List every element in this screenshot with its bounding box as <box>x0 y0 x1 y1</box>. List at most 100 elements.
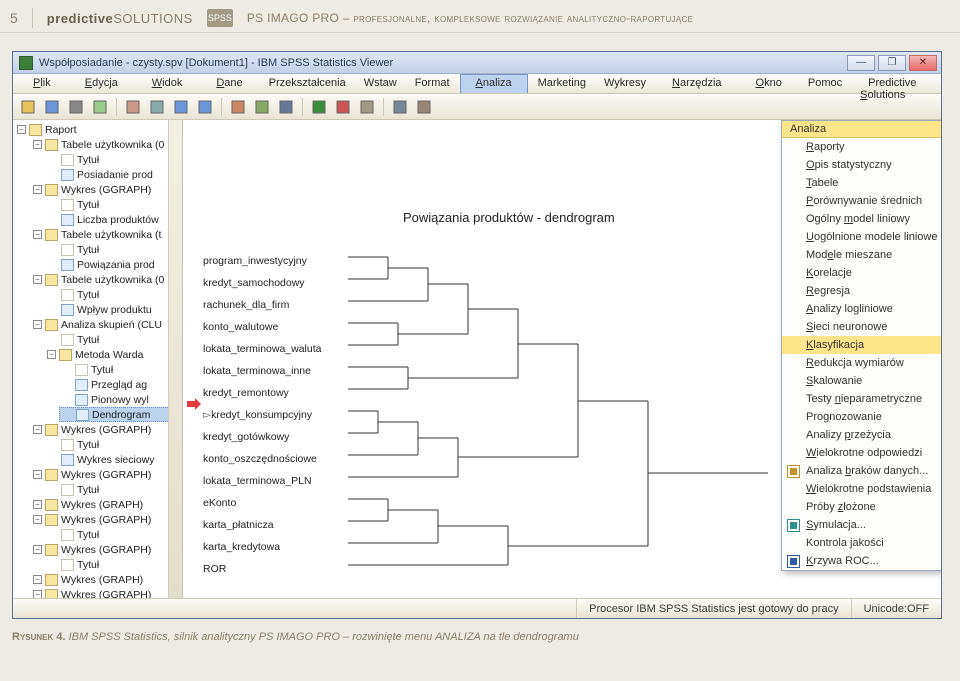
tree-item[interactable]: −Tabele użytkownika (0 <box>31 272 182 287</box>
menu-narzędzia[interactable]: Narzędzia <box>656 74 738 93</box>
analiza-menu[interactable]: Analiza RaportyOpis statystycznyTabelePo… <box>781 120 941 571</box>
menu-predictive-solutions[interactable]: Predictive Solutions <box>852 74 937 93</box>
gotocase-icon[interactable] <box>251 97 273 117</box>
toolbar-separator <box>383 98 384 116</box>
analiza-item-sieci-neuronowe[interactable]: Sieci neuronowe <box>782 318 941 336</box>
tree-item[interactable]: Liczba produktów <box>45 212 182 227</box>
analiza-item-symulacja[interactable]: Symulacja... <box>782 516 941 534</box>
tree-item[interactable]: −Metoda Warda <box>45 347 182 362</box>
chart-icon[interactable] <box>332 97 354 117</box>
tree-root[interactable]: −Raport <box>15 122 182 137</box>
analiza-item-analiza-braków-danych[interactable]: Analiza braków danych... <box>782 462 941 480</box>
minimize-button[interactable]: — <box>847 55 875 71</box>
tree-item[interactable]: Pionowy wyl <box>59 392 182 407</box>
analiza-item-krzywa-roc[interactable]: Krzywa ROC... <box>782 552 941 570</box>
tree-item[interactable]: Powiązania prod <box>45 257 182 272</box>
redo-icon[interactable] <box>194 97 216 117</box>
variables-icon[interactable] <box>275 97 297 117</box>
export-icon[interactable] <box>122 97 144 117</box>
menubar[interactable]: PlikEdycjaWidokDanePrzekształceniaWstawF… <box>13 74 941 94</box>
menu-analiza[interactable]: Analiza <box>460 74 528 93</box>
select-icon[interactable] <box>389 97 411 117</box>
close-button[interactable]: ✕ <box>909 55 937 71</box>
tree-item[interactable]: −Wykres (GGRAPH) <box>31 542 182 557</box>
dendrogram-leaf-label: karta_płatnicza <box>203 514 321 536</box>
tree-item[interactable]: −Wykres (GRAPH) <box>31 572 182 587</box>
menu-format[interactable]: Format <box>407 74 458 93</box>
menu-widok[interactable]: Widok <box>136 74 199 93</box>
outline-scrollbar[interactable] <box>168 120 182 598</box>
menu-okno[interactable]: Okno <box>740 74 798 93</box>
analiza-item-analizy-logliniowe[interactable]: Analizy logliniowe <box>782 300 941 318</box>
tree-item[interactable]: −Wykres (GGRAPH) <box>31 182 182 197</box>
analiza-item-wielokrotne-podstawienia[interactable]: Wielokrotne podstawienia <box>782 480 941 498</box>
tree-item[interactable]: −Analiza skupień (CLU <box>31 317 182 332</box>
menu-dane[interactable]: Dane <box>200 74 258 93</box>
tree-item[interactable]: Tytuł <box>45 437 182 452</box>
menu-marketing[interactable]: Marketing <box>530 74 594 93</box>
tree-item[interactable]: Dendrogram <box>59 407 182 422</box>
toolbar[interactable] <box>13 94 941 120</box>
tree-item[interactable]: Tytuł <box>45 557 182 572</box>
menu-wykresy[interactable]: Wykresy <box>596 74 654 93</box>
analiza-item-opis-statystyczny[interactable]: Opis statystyczny <box>782 156 941 174</box>
analiza-item-testy-nieparametryczne[interactable]: Testy nieparametryczne <box>782 390 941 408</box>
analiza-item-próby-złożone[interactable]: Próby złożone <box>782 498 941 516</box>
titlebar[interactable]: Współposiadanie - czysty.spv [Dokument1]… <box>13 52 941 74</box>
menu-edycja[interactable]: Edycja <box>69 74 134 93</box>
tree-item[interactable]: −Wykres (GGRAPH) <box>31 587 182 598</box>
undo-icon[interactable] <box>170 97 192 117</box>
tree-item[interactable]: −Tabele użytkownika (0 <box>31 137 182 152</box>
tree-item[interactable]: Tytuł <box>45 287 182 302</box>
tree-item[interactable]: Posiadanie prod <box>45 167 182 182</box>
analiza-item-modele-mieszane[interactable]: Modele mieszane <box>782 246 941 264</box>
run-icon[interactable] <box>308 97 330 117</box>
open-icon[interactable] <box>17 97 39 117</box>
tree-item[interactable]: −Wykres (GGRAPH) <box>31 512 182 527</box>
goto-icon[interactable] <box>227 97 249 117</box>
tree-item[interactable]: Przegląd ag <box>59 377 182 392</box>
layers-icon[interactable] <box>413 97 435 117</box>
analiza-item-analizy-przeżycia[interactable]: Analizy przeżycia <box>782 426 941 444</box>
tree-item[interactable]: −Wykres (GGRAPH) <box>31 467 182 482</box>
tree-item[interactable]: Tytuł <box>45 332 182 347</box>
dendrogram-leaf-label: ROR <box>203 558 321 580</box>
analiza-item-klasyfikacja[interactable]: Klasyfikacja <box>782 336 941 354</box>
analiza-item-kontrola-jakości[interactable]: Kontrola jakości <box>782 534 941 552</box>
analiza-item-regresja[interactable]: Regresja <box>782 282 941 300</box>
tree-item[interactable]: −Wykres (GGRAPH) <box>31 422 182 437</box>
analiza-item-raporty[interactable]: Raporty <box>782 138 941 156</box>
preview-icon[interactable] <box>89 97 111 117</box>
ps-icon[interactable] <box>356 97 378 117</box>
menu-wstaw[interactable]: Wstaw <box>356 74 405 93</box>
analiza-item-redukcja-wymiarów[interactable]: Redukcja wymiarów <box>782 354 941 372</box>
outline-pane[interactable]: −Raport−Tabele użytkownika (0TytułPosiad… <box>13 120 183 598</box>
menu-przekształcenia[interactable]: Przekształcenia <box>261 74 354 93</box>
tree-item[interactable]: Tytuł <box>45 242 182 257</box>
analiza-item-porównywanie-średnich[interactable]: Porównywanie średnich <box>782 192 941 210</box>
analiza-item-korelacje[interactable]: Korelacje <box>782 264 941 282</box>
analiza-item-wielokrotne-odpowiedzi[interactable]: Wielokrotne odpowiedzi <box>782 444 941 462</box>
analiza-item-tabele[interactable]: Tabele <box>782 174 941 192</box>
analiza-item-ogólny-model-liniowy[interactable]: Ogólny model liniowy <box>782 210 941 228</box>
maximize-button[interactable]: ❐ <box>878 55 906 71</box>
analiza-item-uogólnione-modele-liniowe[interactable]: Uogólnione modele liniowe <box>782 228 941 246</box>
output-canvas[interactable]: Powiązania produktów - dendrogram progra… <box>183 120 941 598</box>
tree-item[interactable]: Tytuł <box>45 527 182 542</box>
page-header: 5 predictiveSOLUTIONS SPSS PS IMAGO PRO … <box>0 0 960 33</box>
tree-item[interactable]: −Wykres (GRAPH) <box>31 497 182 512</box>
menu-pomoc[interactable]: Pomoc <box>800 74 850 93</box>
recall-icon[interactable] <box>146 97 168 117</box>
save-icon[interactable] <box>41 97 63 117</box>
print-icon[interactable] <box>65 97 87 117</box>
tree-item[interactable]: −Tabele użytkownika (t <box>31 227 182 242</box>
tree-item[interactable]: Tytuł <box>59 362 182 377</box>
analiza-item-prognozowanie[interactable]: Prognozowanie <box>782 408 941 426</box>
tree-item[interactable]: Tytuł <box>45 197 182 212</box>
tree-item[interactable]: Tytuł <box>45 152 182 167</box>
tree-item[interactable]: Wykres sieciowy <box>45 452 182 467</box>
tree-item[interactable]: Tytuł <box>45 482 182 497</box>
menu-plik[interactable]: Plik <box>17 74 67 93</box>
tree-item[interactable]: Wpływ produktu <box>45 302 182 317</box>
analiza-item-skalowanie[interactable]: Skalowanie <box>782 372 941 390</box>
